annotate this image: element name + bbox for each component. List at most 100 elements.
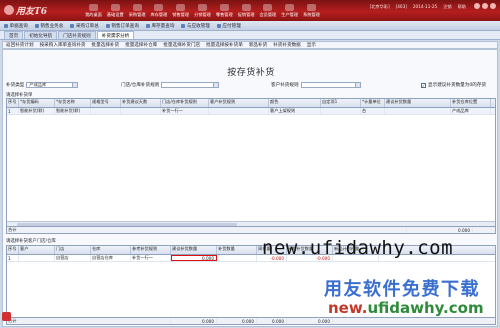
column-header[interactable]: 补货仓库位置: [451, 99, 491, 107]
summary-value: 0.000: [257, 318, 287, 324]
table-cell[interactable]: 自营店: [55, 255, 91, 261]
column-header[interactable]: 自定项1: [321, 99, 361, 107]
toolbar-button[interactable]: 按采购入库单查询补货: [40, 42, 86, 48]
column-header[interactable]: 规格型号: [91, 99, 121, 107]
column-header[interactable]: 序号: [7, 99, 19, 107]
column-header[interactable]: 门店/仓库补货规则: [161, 99, 209, 107]
chevron-down-icon[interactable]: [354, 83, 360, 87]
quick-link[interactable]: 采购订单总: [70, 23, 99, 29]
toolbar-button[interactable]: 补货补货数据: [273, 42, 301, 48]
menu-item[interactable]: 我的桌面: [84, 4, 103, 18]
table-cell[interactable]: [217, 255, 257, 261]
menu-item-icon: [110, 4, 120, 11]
column-header[interactable]: 建议补货数量: [171, 246, 217, 254]
toolbar-button[interactable]: 显示: [307, 42, 316, 48]
quick-link[interactable]: 单据查询: [4, 23, 28, 29]
login-date: 2014-11-25: [412, 4, 438, 9]
column-header[interactable]: 客户: [19, 246, 55, 254]
logout-link[interactable]: 注销: [443, 4, 451, 10]
table-cell[interactable]: 客户上架规则: [269, 108, 321, 114]
toolbar-button[interactable]: 批量选择补货门店: [163, 42, 200, 48]
menu-item[interactable]: 销售管理: [171, 4, 190, 18]
column-header[interactable]: 建议补货数量: [385, 99, 451, 107]
table-cell[interactable]: 产成品库: [451, 108, 491, 114]
tab[interactable]: 初始化导航: [24, 31, 58, 39]
main-menu: 我的桌面 基础设置 采购管理 库存管理 销售管理 分销管理 零售管理 促销管理 会员管理 生产管理…: [84, 4, 324, 18]
toolbar-button[interactable]: 批量选择按补货单: [206, 42, 243, 48]
help-link[interactable]: 帮助: [458, 4, 466, 10]
table-cell[interactable]: 补货一行一: [161, 108, 209, 114]
summary-value: 0.000: [217, 318, 257, 324]
start-icon[interactable]: [2, 312, 11, 321]
table-cell[interactable]: 自营店仓库: [91, 255, 131, 261]
menu-item[interactable]: 系统管理: [302, 4, 321, 18]
quick-link-icon: [181, 23, 186, 28]
column-header[interactable]: *存货名称: [55, 99, 91, 107]
table-cell[interactable]: 智能补货(默): [55, 108, 91, 114]
tab[interactable]: 首页: [4, 31, 24, 39]
menu-item[interactable]: 库存管理: [149, 4, 168, 18]
close-icon[interactable]: [490, 3, 496, 9]
quick-link[interactable]: 库存量查询: [145, 23, 174, 29]
summary-value: 0.000: [171, 318, 217, 324]
table-row[interactable]: 1 智能补货(默) 智能补货(默) 补货一行一 客户上架规则台产成品库: [7, 108, 495, 115]
quick-link[interactable]: 应付管理: [216, 23, 241, 29]
quick-link[interactable]: 与应收管理: [181, 23, 210, 29]
window-controls: [474, 3, 496, 9]
quick-link[interactable]: 销售业务总: [34, 23, 63, 29]
session-info: [北京华彩] [403] 2014-11-25 注销 帮助: [370, 4, 466, 10]
column-header[interactable]: 参考补货规则: [131, 246, 171, 254]
filter-customer: 客户补货规则: [271, 82, 361, 88]
column-header[interactable]: 序号: [7, 246, 19, 254]
column-header[interactable]: 门店: [55, 246, 91, 254]
quick-link[interactable]: 销售订单查询: [105, 23, 139, 29]
menu-item-label: 生产管理: [281, 12, 299, 17]
chevron-down-icon[interactable]: [72, 83, 78, 87]
table-cell[interactable]: [385, 108, 451, 114]
toolbar-button[interactable]: 新品补货: [249, 42, 267, 48]
customer-rule-select[interactable]: [300, 82, 361, 88]
column-header[interactable]: 补货数量: [217, 246, 257, 254]
minimize-icon[interactable]: [474, 3, 480, 9]
tab[interactable]: 门店补货规则: [58, 31, 96, 39]
table-cell[interactable]: 1: [7, 255, 19, 261]
table-cell[interactable]: [91, 108, 121, 114]
column-header[interactable]: 仓库: [91, 246, 131, 254]
chevron-down-icon[interactable]: [213, 83, 219, 87]
table-cell[interactable]: [209, 108, 269, 114]
table-cell[interactable]: [19, 255, 55, 261]
table-cell[interactable]: 智能补货(默): [19, 108, 55, 114]
table-cell[interactable]: 台: [361, 108, 385, 114]
menu-item[interactable]: 会员管理: [258, 4, 277, 18]
menu-item-label: 采购管理: [128, 12, 146, 17]
table-cell[interactable]: 补货一行一: [131, 255, 171, 261]
toolbar-button[interactable]: 返回补货计划: [6, 42, 34, 48]
column-header[interactable]: 客户补货规则: [209, 99, 269, 107]
warehouse-rule-select[interactable]: [161, 82, 220, 88]
menu-item[interactable]: 促销管理: [237, 4, 256, 18]
show-zero-checkbox[interactable]: ✓: [421, 82, 426, 88]
toolbar-button[interactable]: 批量选择补货: [92, 42, 120, 48]
menu-item-label: 基础设置: [106, 12, 124, 17]
menu-item[interactable]: 基础设置: [106, 4, 125, 18]
column-header[interactable]: 补货建议天数: [121, 99, 161, 107]
inventory-class-select[interactable]: 产成品库: [26, 82, 79, 88]
table-cell[interactable]: [321, 108, 361, 114]
column-header[interactable]: *存货编码: [19, 99, 55, 107]
column-header[interactable]: 颜色: [269, 99, 321, 107]
table-cell[interactable]: 0.000: [171, 255, 217, 261]
menu-item[interactable]: 采购管理: [128, 4, 147, 18]
menu-item-label: 系统管理: [303, 12, 320, 17]
table-cell[interactable]: [121, 108, 161, 114]
menu-item[interactable]: 生产管理: [280, 4, 299, 18]
maximize-icon[interactable]: [482, 3, 488, 9]
menu-item[interactable]: 分销管理: [193, 4, 212, 18]
tab[interactable]: 补货需求分析: [96, 31, 135, 39]
menu-item[interactable]: 零售管理: [215, 4, 234, 18]
table-cell[interactable]: 1: [7, 108, 19, 114]
toolbar-button[interactable]: 批量选择补仓库: [125, 42, 157, 48]
menu-item-label: 零售管理: [215, 12, 233, 17]
column-header[interactable]: *计量单位: [361, 99, 385, 107]
app-header: 用友T6 我的桌面 基础设置 采购管理 库存管理 销售管理 分销管理 零售管理 促销管理 会员管…: [0, 0, 500, 21]
filter-warehouse-label: 门店/仓库补货规则: [121, 83, 160, 88]
